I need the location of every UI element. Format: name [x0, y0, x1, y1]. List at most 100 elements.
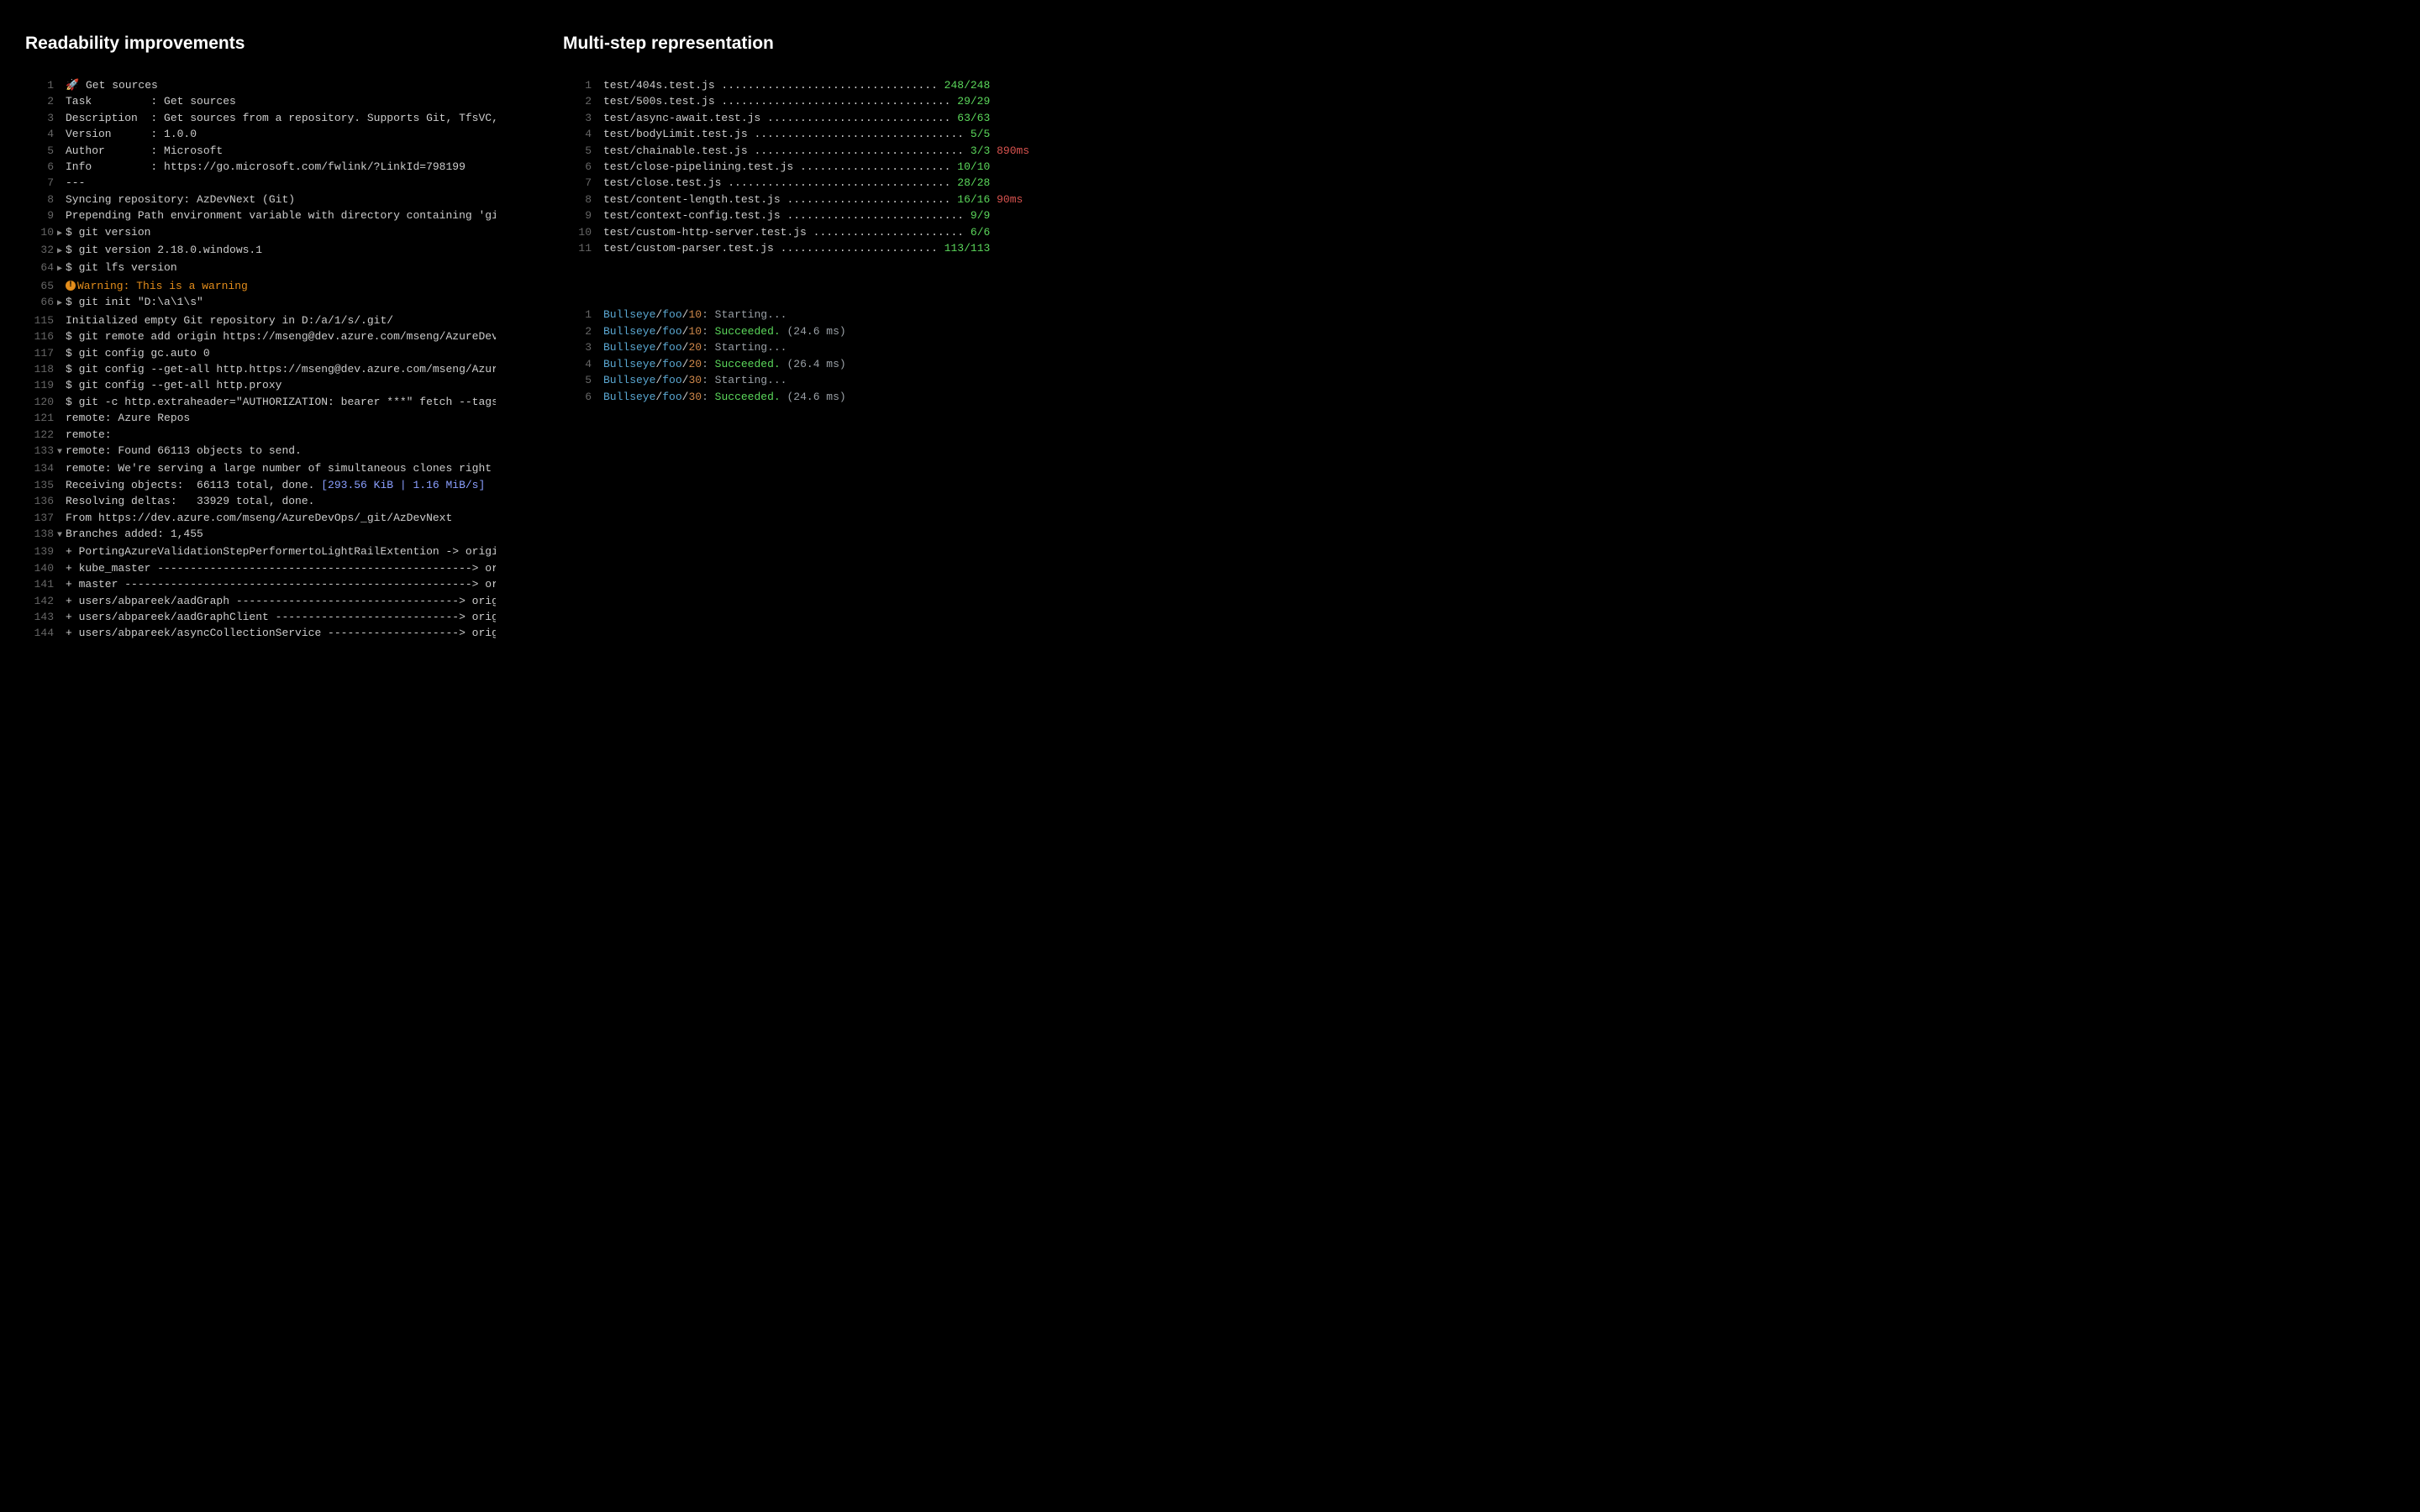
log-text: Author : Microsoft	[66, 143, 223, 159]
step-target: foo	[662, 374, 681, 386]
line-number: 4	[563, 356, 592, 372]
line-number: 5	[25, 143, 54, 159]
right-heading: Multi-step representation	[563, 34, 1185, 54]
line-number: 135	[25, 477, 54, 493]
left-heading: Readability improvements	[25, 34, 538, 54]
step-text: Bullseye/foo/10: Starting...	[603, 307, 787, 323]
test-text: test/async-await.test.js ...............…	[603, 110, 990, 126]
step-target: foo	[662, 391, 681, 403]
line-number: 142	[25, 593, 54, 609]
line-number: 65	[25, 278, 54, 294]
test-line: 5test/chainable.test.js ................…	[563, 143, 1185, 159]
fold-gutter[interactable]: ▶	[54, 296, 66, 312]
tests-terminal: 1test/404s.test.js .....................…	[563, 77, 1185, 256]
test-line: 3test/async-await.test.js ..............…	[563, 110, 1185, 126]
line-number: 7	[25, 175, 54, 191]
step-message: Succeeded.	[715, 391, 781, 403]
step-line: 1 Bullseye/foo/10: Starting...	[563, 307, 1185, 323]
log-line: 7---	[25, 175, 538, 191]
line-number: 1	[563, 307, 592, 323]
log-text: Task : Get sources	[66, 93, 236, 109]
step-project: Bullseye	[603, 341, 655, 354]
fold-gutter[interactable]: ▼	[54, 528, 66, 543]
test-text: test/close.test.js .....................…	[603, 175, 990, 191]
line-number: 2	[25, 93, 54, 109]
test-line: 10 test/custom-http-server.test.js ......…	[563, 224, 1185, 240]
step-project: Bullseye	[603, 308, 655, 321]
line-number: 143	[25, 609, 54, 625]
line-number: 4	[25, 126, 54, 142]
line-number: 136	[25, 493, 54, 509]
step-number: 30	[688, 374, 702, 386]
log-line: 65 !Warning: This is a warning	[25, 278, 538, 294]
test-line: 7 test/close.test.js ....................…	[563, 175, 1185, 191]
step-message: Succeeded.	[715, 325, 781, 338]
line-number: 2	[563, 323, 592, 339]
test-line: 8test/content-length.test.js ...........…	[563, 192, 1185, 207]
test-line: 6test/close-pipelining.test.js .........…	[563, 159, 1185, 175]
log-text: !Warning: This is a warning	[66, 278, 248, 294]
log-line: 135 Receiving objects: 66113 total, done.…	[25, 477, 538, 493]
test-file: test/custom-parser.test.js	[603, 242, 774, 255]
test-ratio: 10/10	[957, 160, 990, 173]
step-target: foo	[662, 341, 681, 354]
step-message: Starting...	[715, 308, 787, 321]
test-text: test/content-length.test.js ............…	[603, 192, 1023, 207]
log-text: Syncing repository: AzDevNext (Git)	[66, 192, 295, 207]
line-number: 11	[563, 240, 592, 256]
log-text: Branches added: 1,455	[66, 526, 203, 542]
log-line: 140+ kube_master -----------------------…	[25, 560, 538, 576]
test-ratio: 29/29	[957, 95, 990, 108]
line-number: 122	[25, 427, 54, 443]
test-ratio: 16/16	[957, 193, 990, 206]
fold-gutter[interactable]: ▶	[54, 226, 66, 242]
line-number: 3	[563, 339, 592, 355]
fold-gutter[interactable]: ▶	[54, 261, 66, 277]
log-text: Receiving objects: 66113 total, done. [2…	[66, 477, 485, 493]
step-line: 2Bullseye/foo/10: Succeeded. (24.6 ms)	[563, 323, 1185, 339]
test-ratio: 113/113	[944, 242, 991, 255]
test-line: 2test/500s.test.js .....................…	[563, 93, 1185, 109]
step-number: 10	[688, 308, 702, 321]
line-number: 7	[563, 175, 592, 191]
test-file: test/bodyLimit.test.js	[603, 128, 748, 140]
line-number: 32	[25, 242, 54, 258]
step-target: foo	[662, 358, 681, 370]
log-text: Info : https://go.microsoft.com/fwlink/?…	[66, 159, 466, 175]
line-number: 115	[25, 312, 54, 328]
test-line: 11test/custom-parser.test.js ...........…	[563, 240, 1185, 256]
rocket-icon	[66, 79, 79, 92]
test-text: test/bodyLimit.test.js .................…	[603, 126, 990, 142]
step-line: 6Bullseye/foo/30: Succeeded. (24.6 ms)	[563, 389, 1185, 405]
step-target: foo	[662, 325, 681, 338]
test-ratio: 5/5	[971, 128, 990, 140]
log-line: 116$ git remote add origin https://mseng…	[25, 328, 538, 344]
line-number: 137	[25, 510, 54, 526]
line-number: 64	[25, 260, 54, 276]
line-number: 10	[563, 224, 592, 240]
log-line: 1 Get sources	[25, 77, 538, 93]
log-line: 139+ PortingAzureValidationStepPerformer…	[25, 543, 538, 559]
test-line: 4test/bodyLimit.test.js ................…	[563, 126, 1185, 142]
log-line: 133▼remote: Found 66113 objects to send.	[25, 443, 538, 460]
line-number: 134	[25, 460, 54, 476]
step-text: Bullseye/foo/20: Starting...	[603, 339, 787, 355]
log-line: 66▶$ git init "D:\a\1\s"	[25, 294, 538, 312]
log-line: 2 Task : Get sources	[25, 93, 538, 109]
line-number: 121	[25, 410, 54, 426]
line-number: 6	[563, 389, 592, 405]
log-line: 3Description : Get sources from a reposi…	[25, 110, 538, 126]
log-line: 115Initialized empty Git repository in D…	[25, 312, 538, 328]
log-text: + kube_master --------------------------…	[66, 560, 496, 576]
log-text: $ git init "D:\a\1\s"	[66, 294, 203, 310]
log-text: Description : Get sources from a reposit…	[66, 110, 496, 126]
fold-gutter[interactable]: ▶	[54, 244, 66, 260]
fold-gutter[interactable]: ▼	[54, 444, 66, 460]
log-line: 118$ git config --get-all http.https://m…	[25, 361, 538, 377]
test-text: test/custom-http-server.test.js ........…	[603, 224, 990, 240]
step-number: 30	[688, 391, 702, 403]
line-number: 10	[25, 224, 54, 240]
log-line: 143+ users/abpareek/aadGraphClient -----…	[25, 609, 538, 625]
test-ratio: 9/9	[971, 209, 990, 222]
log-text: $ git lfs version	[66, 260, 177, 276]
